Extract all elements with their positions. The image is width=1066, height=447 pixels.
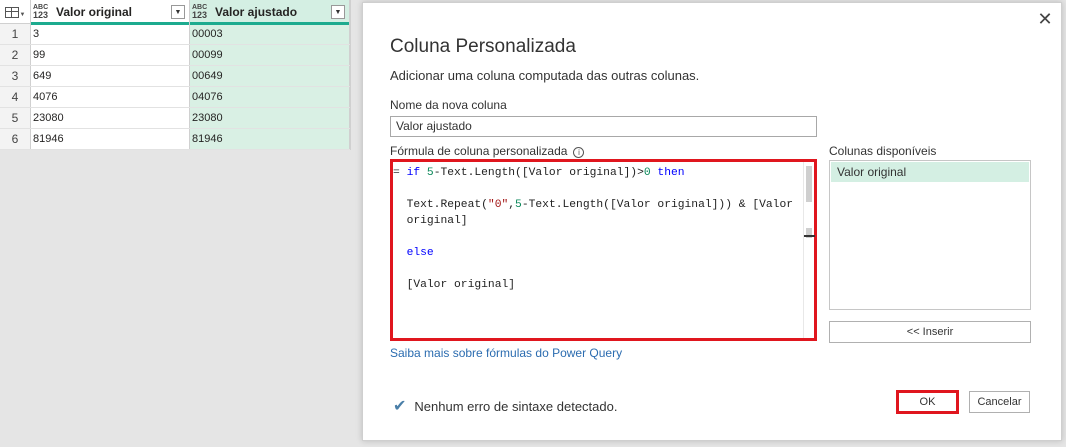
formula-line-7 bbox=[393, 261, 803, 277]
formula-editor[interactable]: = if 5-Text.Length([Valor original])>0 t… bbox=[390, 159, 817, 341]
available-columns-list: Valor original bbox=[829, 160, 1031, 310]
type-any-icon: ABC 123 bbox=[33, 4, 49, 20]
custom-column-dialog: ✕ Coluna Personalizada Adicionar uma col… bbox=[362, 2, 1062, 441]
formula-text[interactable]: = if 5-Text.Length([Valor original])>0 t… bbox=[393, 162, 803, 338]
formula-label: Fórmula de coluna personalizada bbox=[390, 144, 568, 158]
table-row[interactable]: 5 23080 23080 bbox=[0, 108, 350, 129]
cell-valor-ajustado[interactable]: 00099 bbox=[190, 45, 350, 65]
close-icon[interactable]: ✕ bbox=[1035, 9, 1055, 29]
ok-button[interactable]: OK bbox=[896, 390, 959, 414]
grid-header: ▼ ABC 123 Valor original ▼ ABC 123 Valor… bbox=[0, 0, 350, 25]
cell-valor-original[interactable]: 3 bbox=[31, 24, 190, 44]
formula-line-3: Text.Repeat("0",5-Text.Length([Valor ori… bbox=[406, 199, 793, 211]
row-number: 5 bbox=[0, 108, 31, 128]
syntax-status: ✔ Nenhum erro de sintaxe detectado. bbox=[393, 396, 617, 416]
type-any-icon: ABC 123 bbox=[192, 4, 208, 20]
cancel-button[interactable]: Cancelar bbox=[969, 391, 1030, 413]
scrollbar-position-marker bbox=[804, 235, 815, 237]
table-row[interactable]: 4 4076 04076 bbox=[0, 87, 350, 108]
syntax-status-text: Nenhum erro de sintaxe detectado. bbox=[414, 398, 618, 414]
insert-button[interactable]: << Inserir bbox=[829, 321, 1031, 343]
formula-line-6: else bbox=[406, 247, 434, 259]
cell-valor-ajustado[interactable]: 00649 bbox=[190, 66, 350, 86]
table-menu-button[interactable]: ▼ bbox=[0, 0, 31, 24]
learn-more-link[interactable]: Saiba mais sobre fórmulas do Power Query bbox=[390, 346, 622, 360]
row-number: 1 bbox=[0, 24, 31, 44]
cell-valor-original[interactable]: 649 bbox=[31, 66, 190, 86]
formula-line-8: [Valor original] bbox=[406, 279, 516, 291]
cell-valor-ajustado[interactable]: 23080 bbox=[190, 108, 350, 128]
caret-down-icon: ▼ bbox=[19, 12, 26, 18]
info-icon[interactable]: i bbox=[573, 147, 585, 158]
row-number: 4 bbox=[0, 87, 31, 107]
formula-line-4: original] bbox=[406, 215, 468, 227]
scrollbar-thumb[interactable] bbox=[806, 166, 812, 202]
available-columns-label: Colunas disponíveis bbox=[829, 144, 937, 158]
cell-valor-original[interactable]: 81946 bbox=[31, 129, 190, 149]
table-row[interactable]: 1 3 00003 bbox=[0, 24, 350, 45]
row-number: 2 bbox=[0, 45, 31, 65]
formula-line-2 bbox=[393, 181, 803, 197]
check-icon: ✔ bbox=[393, 398, 407, 415]
column-header-valor-original[interactable]: ABC 123 Valor original ▼ bbox=[31, 0, 190, 25]
formula-scrollbar[interactable] bbox=[803, 162, 815, 338]
dialog-subtitle: Adicionar uma coluna computada das outra… bbox=[390, 68, 700, 83]
table-row[interactable]: 3 649 00649 bbox=[0, 66, 350, 87]
new-column-name-label: Nome da nova coluna bbox=[390, 98, 507, 112]
row-number: 3 bbox=[0, 66, 31, 86]
dialog-title: Coluna Personalizada bbox=[390, 36, 576, 57]
data-grid: ▼ ABC 123 Valor original ▼ ABC 123 Valor… bbox=[0, 0, 351, 150]
formula-line-1: = if 5-Text.Length([Valor original])>0 t… bbox=[393, 167, 685, 179]
cell-valor-original[interactable]: 99 bbox=[31, 45, 190, 65]
table-row[interactable]: 2 99 00099 bbox=[0, 45, 350, 66]
filter-dropdown-icon[interactable]: ▼ bbox=[171, 5, 185, 19]
list-item[interactable]: Valor original bbox=[831, 162, 1029, 182]
cell-valor-ajustado[interactable]: 81946 bbox=[190, 129, 350, 149]
cell-valor-original[interactable]: 23080 bbox=[31, 108, 190, 128]
filter-dropdown-icon[interactable]: ▼ bbox=[331, 5, 345, 19]
row-number: 6 bbox=[0, 129, 31, 149]
formula-line-5 bbox=[393, 229, 803, 245]
column-title: Valor original bbox=[56, 5, 133, 19]
table-row[interactable]: 6 81946 81946 bbox=[0, 129, 350, 150]
cell-valor-original[interactable]: 4076 bbox=[31, 87, 190, 107]
cell-valor-ajustado[interactable]: 04076 bbox=[190, 87, 350, 107]
table-icon bbox=[4, 6, 19, 18]
cell-valor-ajustado[interactable]: 00003 bbox=[190, 24, 350, 44]
column-title: Valor ajustado bbox=[215, 5, 298, 19]
new-column-name-input[interactable]: Valor ajustado bbox=[390, 116, 817, 137]
formula-label-wrap: Fórmula de coluna personalizada i bbox=[390, 144, 585, 158]
column-header-valor-ajustado[interactable]: ABC 123 Valor ajustado ▼ bbox=[190, 0, 350, 25]
